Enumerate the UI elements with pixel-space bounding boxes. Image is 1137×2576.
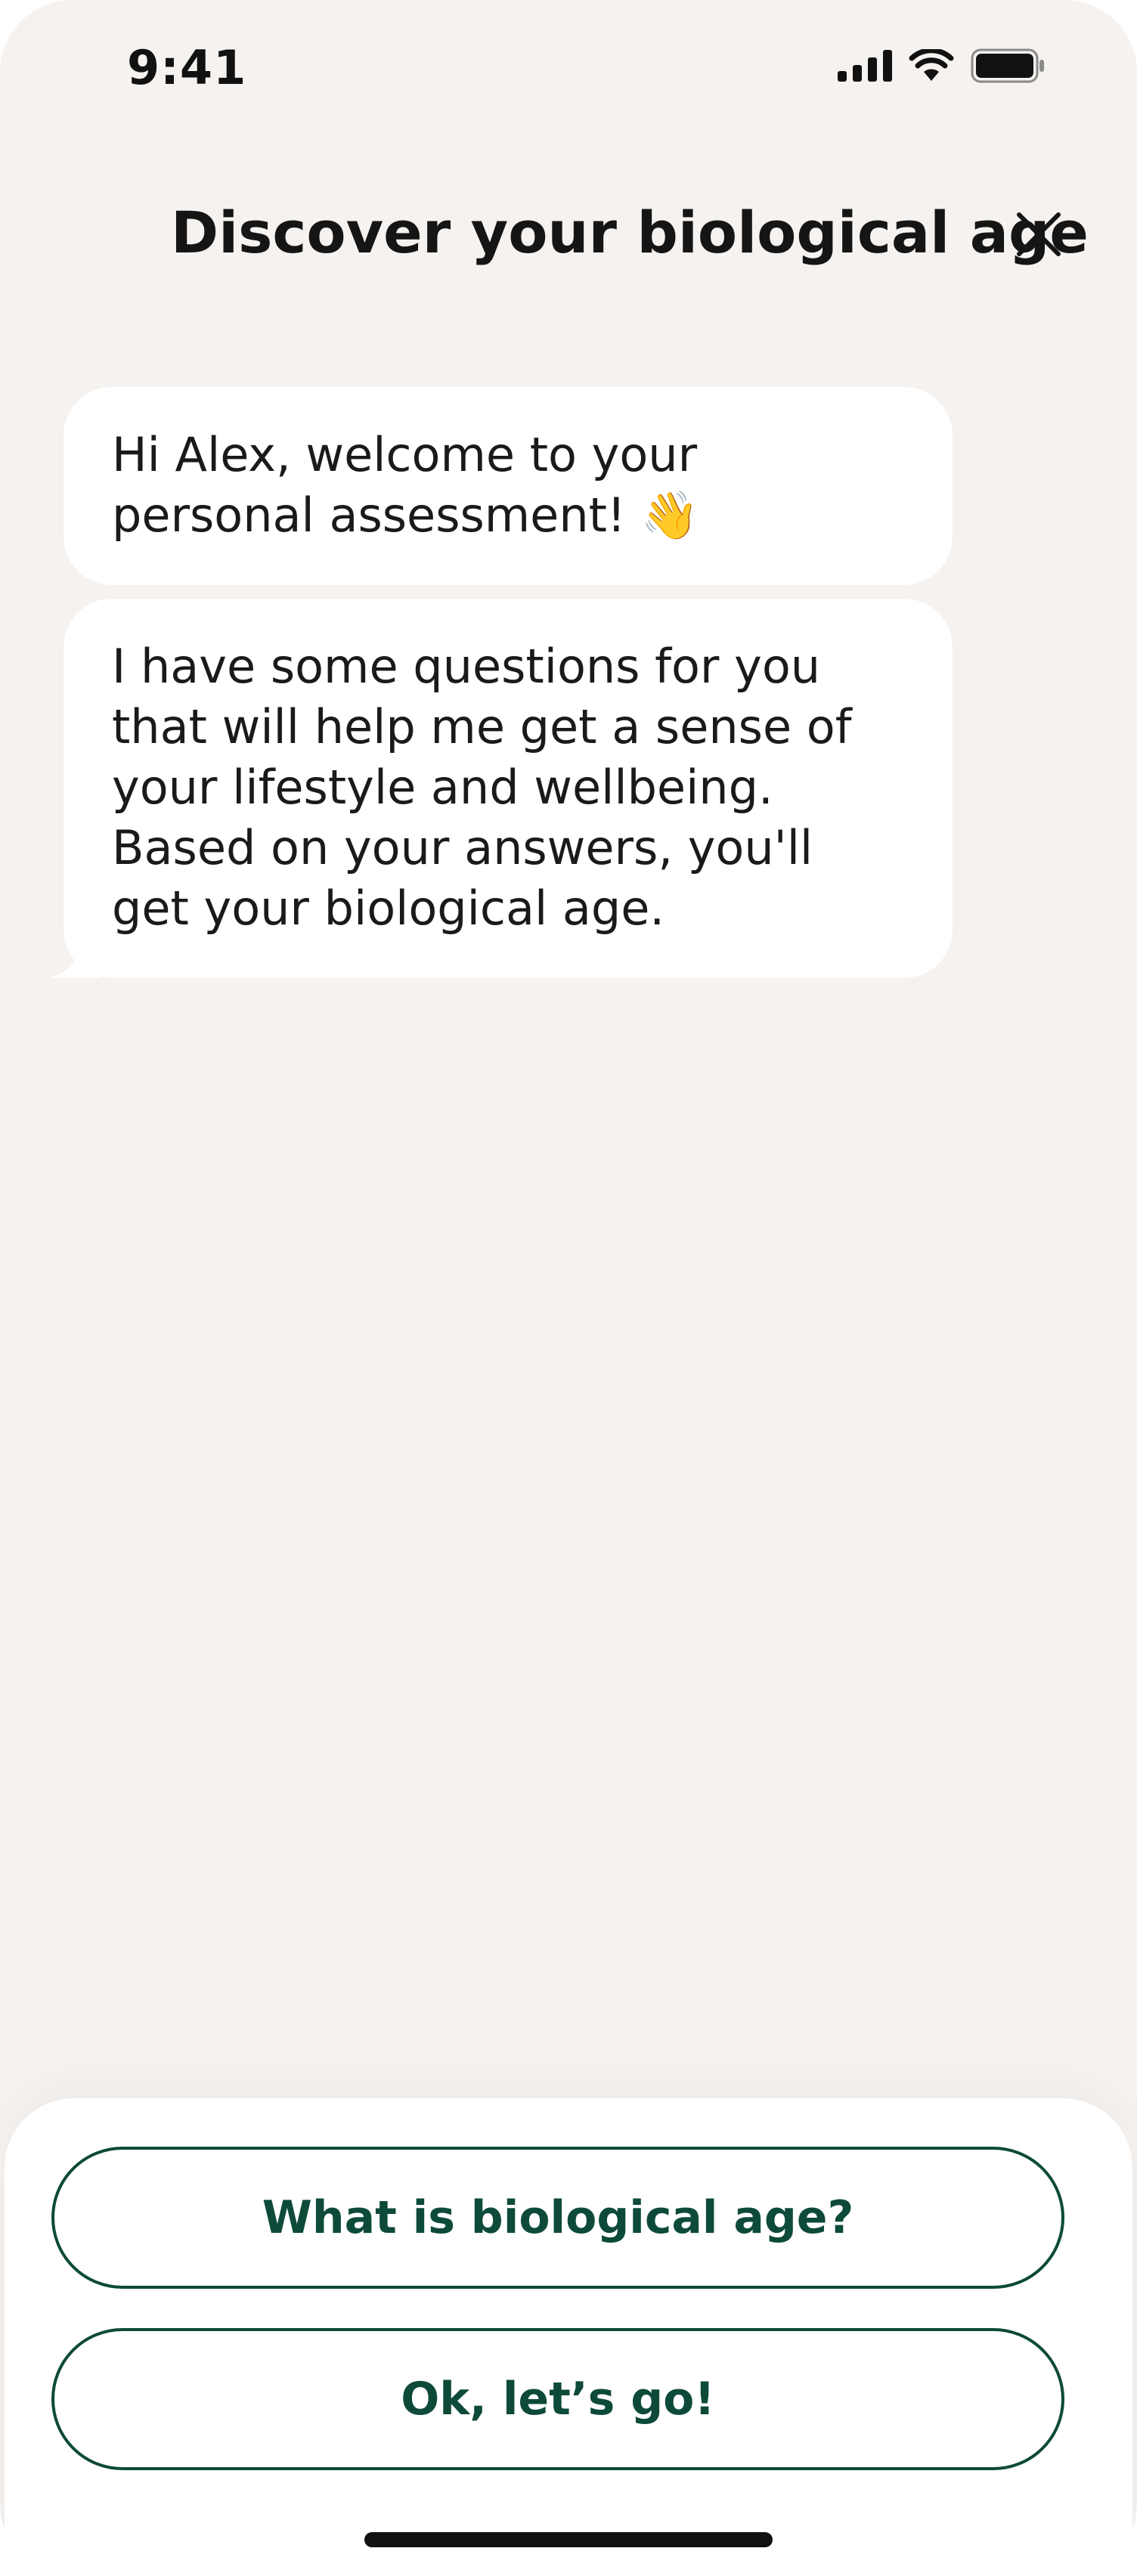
- home-indicator[interactable]: [364, 2532, 773, 2547]
- chat-bubble-intro: I have some questions for you that will …: [47, 599, 953, 978]
- bubble-tail-icon: [47, 925, 100, 978]
- message-text: I have some questions for you that will …: [112, 639, 852, 936]
- chat-bubble-welcome: Hi Alex, welcome to your personal assess…: [64, 387, 953, 585]
- header: Discover your biological age: [0, 178, 1137, 284]
- status-bar: 9:41: [0, 0, 1137, 144]
- bottom-sheet: What is biological age? Ok, let’s go!: [5, 2098, 1132, 2576]
- page-title: Discover your biological age: [171, 199, 1089, 266]
- status-time: 9:41: [127, 40, 247, 95]
- battery-icon: [971, 48, 1046, 86]
- what-is-biological-age-button[interactable]: What is biological age?: [51, 2147, 1064, 2289]
- close-button[interactable]: [1005, 201, 1072, 268]
- message-text: Hi Alex, welcome to your personal assess…: [112, 427, 699, 543]
- assessment-screen: 9:41 Discover your biological age Hi Ale…: [0, 0, 1137, 2576]
- status-icons: [838, 47, 1046, 88]
- chat-messages: Hi Alex, welcome to your personal assess…: [47, 387, 953, 978]
- lets-go-button[interactable]: Ok, let’s go!: [51, 2328, 1064, 2470]
- close-icon: [1017, 212, 1061, 256]
- wifi-icon: [909, 48, 954, 85]
- cellular-signal-icon: [838, 50, 892, 85]
